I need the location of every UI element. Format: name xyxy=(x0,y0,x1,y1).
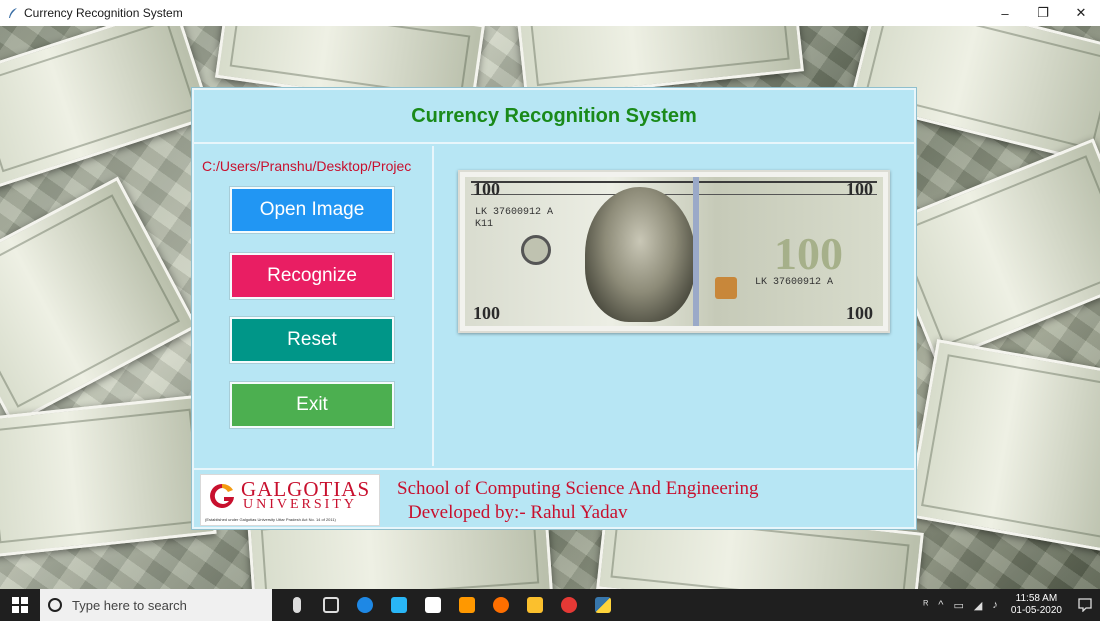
search-placeholder: Type here to search xyxy=(72,597,187,613)
feather-icon xyxy=(6,6,20,20)
sublime-icon[interactable] xyxy=(450,589,484,621)
notification-icon[interactable] xyxy=(1070,589,1100,621)
recognize-button[interactable]: Recognize xyxy=(230,253,394,299)
reset-button[interactable]: Reset xyxy=(230,317,394,363)
school-name: School of Computing Science And Engineer… xyxy=(397,478,759,499)
seal-icon xyxy=(521,235,551,265)
row-code: K11 xyxy=(475,219,494,230)
cortana-icon xyxy=(48,598,62,612)
background-bill xyxy=(0,394,217,558)
banknote-image: 100 100 LK 37600912 A K11 LK 37600912 A … xyxy=(458,170,890,333)
chevron-up-icon[interactable]: ^ xyxy=(933,599,948,611)
maximize-button[interactable]: ❐ xyxy=(1024,0,1062,26)
minimize-button[interactable]: – xyxy=(986,0,1024,26)
taskbar-search-box[interactable]: Type here to search xyxy=(40,589,272,621)
task-view-icon[interactable] xyxy=(314,589,348,621)
large-denomination: 100 xyxy=(774,228,843,279)
store-icon[interactable] xyxy=(416,589,450,621)
file-path-label: C:/Users/Pranshu/Desktop/Projec xyxy=(202,158,412,174)
app-footer: GALGOTIAS UNIVERSITY (Established under … xyxy=(194,468,914,527)
clock-time: 11:58 AM xyxy=(1015,593,1058,604)
logo-establishment: (Established under Galgotias University … xyxy=(205,517,336,522)
app-header: Currency Recognition System xyxy=(194,90,914,144)
app-panel: Currency Recognition System C:/Users/Pra… xyxy=(192,88,916,529)
developer-credit: Developed by:- Rahul Yadav xyxy=(408,502,628,523)
exit-button[interactable]: Exit xyxy=(230,382,394,428)
clock[interactable]: 11:58 AM 01-05-2020 xyxy=(1003,593,1070,617)
background-bill xyxy=(0,176,198,426)
clock-date: 01-05-2020 xyxy=(1010,605,1062,616)
python-icon[interactable] xyxy=(586,589,620,621)
edge-icon[interactable] xyxy=(348,589,382,621)
network-icon[interactable]: ◢ xyxy=(969,599,987,612)
denomination-label: 100 xyxy=(846,303,873,323)
opera-icon[interactable] xyxy=(552,589,586,621)
window-title: Currency Recognition System xyxy=(24,6,183,20)
people-icon[interactable]: ᴿ xyxy=(918,599,933,611)
portrait-icon xyxy=(585,187,695,322)
file-explorer-icon[interactable] xyxy=(518,589,552,621)
system-tray: ᴿ ^ ▭ ◢ ♪ 11:58 AM 01-05-2020 xyxy=(918,589,1100,621)
mail-icon[interactable] xyxy=(382,589,416,621)
image-preview-area: 100 100 LK 37600912 A K11 LK 37600912 A … xyxy=(436,146,914,466)
close-button[interactable]: ✕ xyxy=(1062,0,1100,26)
denomination-label: 100 xyxy=(473,303,500,323)
serial-number: LK 37600912 A xyxy=(475,207,554,218)
taskbar: Type here to search ᴿ ^ ▭ ◢ ♪ 11:58 AM 0… xyxy=(0,589,1100,621)
windows-start-icon[interactable] xyxy=(0,589,40,621)
volume-icon[interactable]: ♪ xyxy=(987,599,1003,611)
background-bill xyxy=(905,339,1100,553)
battery-icon[interactable]: ▭ xyxy=(948,599,968,612)
denomination-label: 100 xyxy=(473,179,500,199)
galgotias-logo-icon xyxy=(210,483,234,508)
bell-icon xyxy=(715,277,737,299)
background-bill xyxy=(0,26,213,189)
window-title-bar: Currency Recognition System – ❐ ✕ xyxy=(0,0,1100,26)
control-column: C:/Users/Pranshu/Desktop/Projec Open Ima… xyxy=(194,146,434,466)
firefox-icon[interactable] xyxy=(484,589,518,621)
microphone-icon[interactable] xyxy=(280,589,314,621)
app-title: Currency Recognition System xyxy=(411,104,697,127)
logo-subtitle: UNIVERSITY xyxy=(243,497,357,512)
denomination-label: 100 xyxy=(846,179,873,199)
open-image-button[interactable]: Open Image xyxy=(230,187,394,233)
university-logo: GALGOTIAS UNIVERSITY (Established under … xyxy=(200,474,380,526)
banknote-100-dollar-icon: 100 100 LK 37600912 A K11 LK 37600912 A … xyxy=(465,177,883,326)
